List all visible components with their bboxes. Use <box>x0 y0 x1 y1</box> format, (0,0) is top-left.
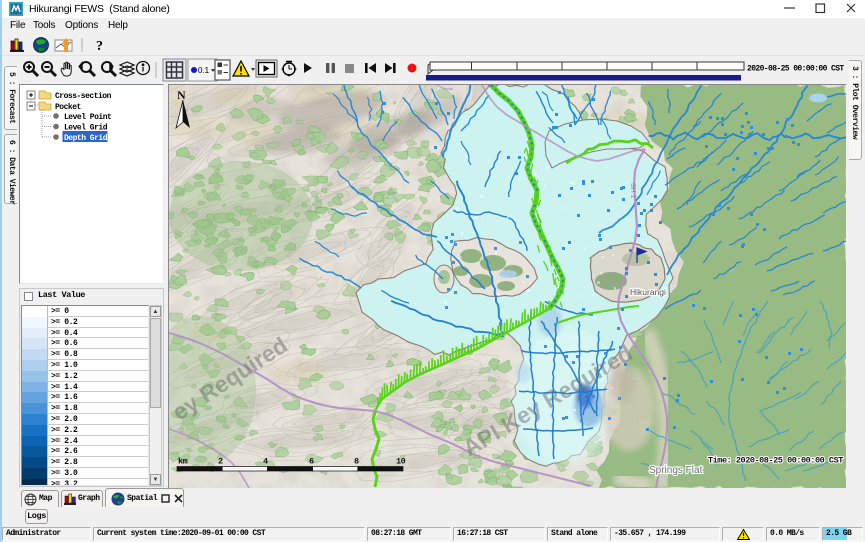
svg-text:Pocket: Pocket <box>55 103 82 112</box>
svg-text:8: 8 <box>354 457 359 467</box>
svg-text:Hikurangi: Hikurangi <box>630 287 666 297</box>
svg-text:?: ? <box>96 39 103 54</box>
svg-text:0.1: 0.1 <box>198 66 210 75</box>
svg-text:6: 6 <box>309 457 314 467</box>
svg-text:2020-08-25 00:00:00 CST: 2020-08-25 00:00:00 CST <box>747 65 844 74</box>
svg-text:km: km <box>178 457 188 467</box>
svg-text:Time: 2020-08-25 00:00:00 CST: Time: 2020-08-25 00:00:00 CST <box>708 456 843 466</box>
svg-text:2: 2 <box>218 457 223 467</box>
svg-text:Springs Flat: Springs Flat <box>649 465 703 476</box>
svg-text:Cross-section: Cross-section <box>55 92 112 101</box>
svg-text:Level Point: Level Point <box>64 113 112 122</box>
svg-text:10: 10 <box>396 457 406 467</box>
svg-text:4: 4 <box>263 457 268 467</box>
svg-text:N: N <box>177 88 186 102</box>
svg-text:SH 1: SH 1 <box>629 183 637 199</box>
svg-text:Depth Grid: Depth Grid <box>64 134 108 143</box>
